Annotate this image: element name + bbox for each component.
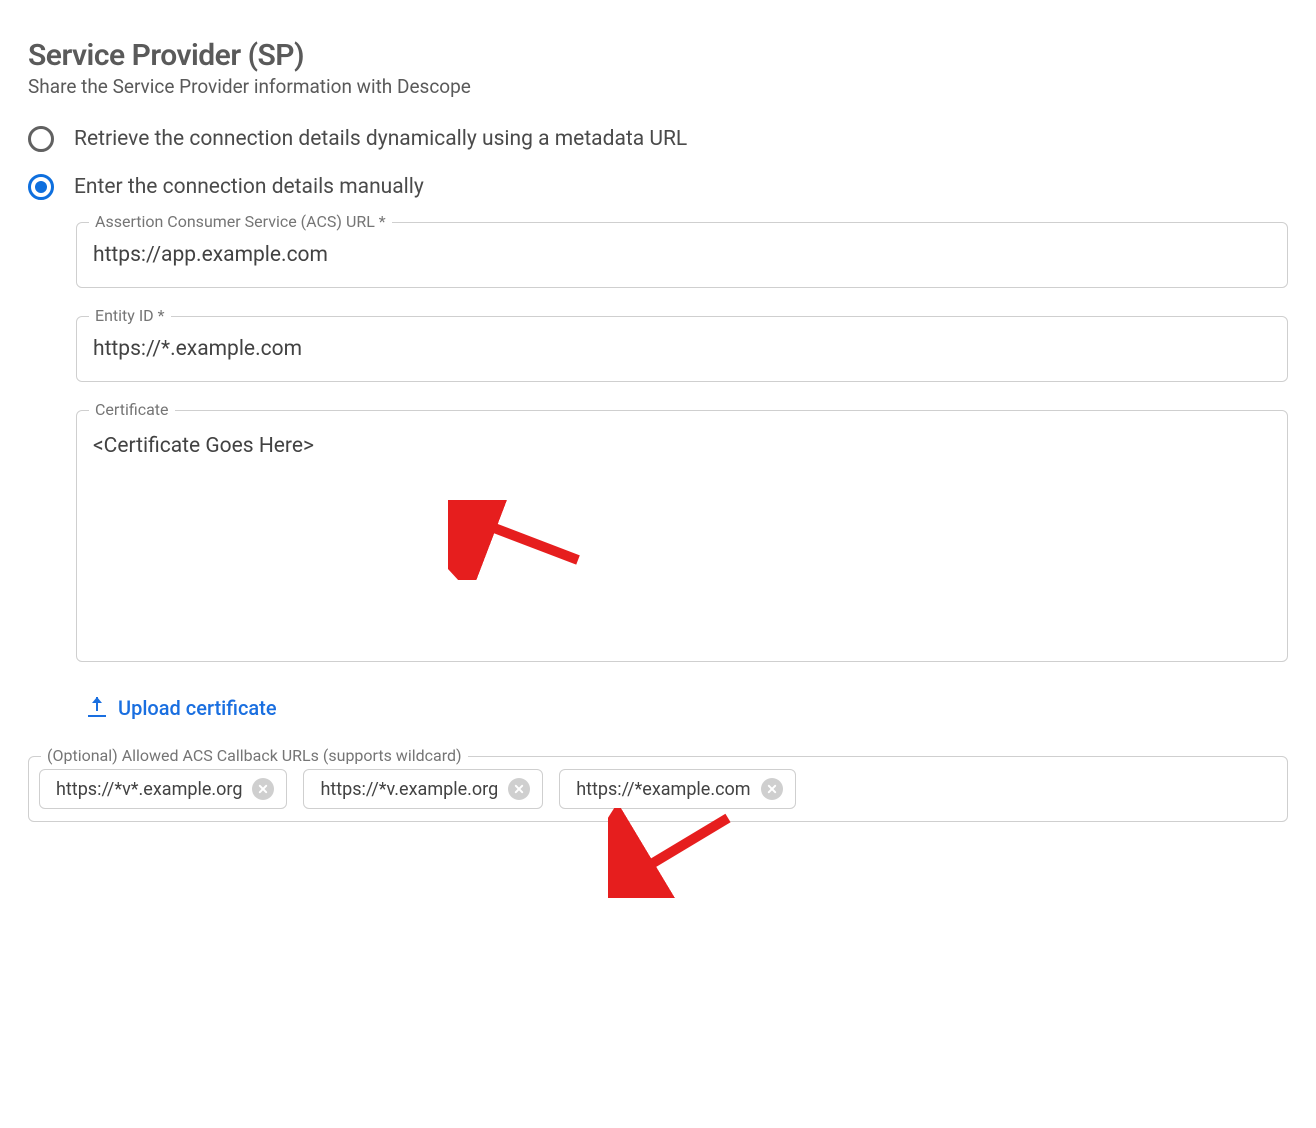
remove-chip-icon[interactable] (508, 778, 530, 800)
allowed-callback-urls-field: (Optional) Allowed ACS Callback URLs (su… (28, 756, 1288, 822)
entity-id-input[interactable] (77, 317, 1287, 381)
manual-fields: Assertion Consumer Service (ACS) URL * E… (76, 222, 1288, 756)
callback-chip: https://*example.com (559, 769, 795, 809)
upload-icon (88, 699, 106, 717)
entity-id-field: Entity ID * (76, 316, 1288, 382)
callback-chip-text: https://*example.com (576, 779, 750, 800)
option-metadata-label: Retrieve the connection details dynamica… (74, 127, 687, 151)
acs-url-field: Assertion Consumer Service (ACS) URL * (76, 222, 1288, 288)
remove-chip-icon[interactable] (761, 778, 783, 800)
option-manual-label: Enter the connection details manually (74, 175, 424, 199)
section-subtitle: Share the Service Provider information w… (28, 75, 1288, 98)
option-manual[interactable]: Enter the connection details manually (28, 174, 1288, 200)
callback-chip-text: https://*v.example.org (320, 779, 498, 800)
callback-chip: https://*v.example.org (303, 769, 543, 809)
radio-selected-icon[interactable] (28, 174, 54, 200)
certificate-input[interactable] (77, 411, 1287, 657)
upload-certificate-label: Upload certificate (118, 696, 277, 720)
callback-chip-list[interactable]: https://*v*.example.org https://*v.examp… (29, 757, 1287, 821)
section-title: Service Provider (SP) (28, 38, 1288, 73)
sp-form: Service Provider (SP) Share the Service … (28, 38, 1288, 822)
acs-url-label: Assertion Consumer Service (ACS) URL * (89, 212, 392, 231)
option-metadata-url[interactable]: Retrieve the connection details dynamica… (28, 126, 1288, 152)
upload-certificate-button[interactable]: Upload certificate (88, 696, 277, 720)
callback-chip: https://*v*.example.org (39, 769, 287, 809)
entity-id-label: Entity ID * (89, 306, 171, 325)
callback-chip-text: https://*v*.example.org (56, 779, 242, 800)
remove-chip-icon[interactable] (252, 778, 274, 800)
radio-unselected-icon[interactable] (28, 126, 54, 152)
certificate-label: Certificate (89, 400, 175, 419)
acs-url-input[interactable] (77, 223, 1287, 287)
allowed-callback-urls-label: (Optional) Allowed ACS Callback URLs (su… (41, 746, 468, 765)
certificate-field: Certificate (76, 410, 1288, 662)
